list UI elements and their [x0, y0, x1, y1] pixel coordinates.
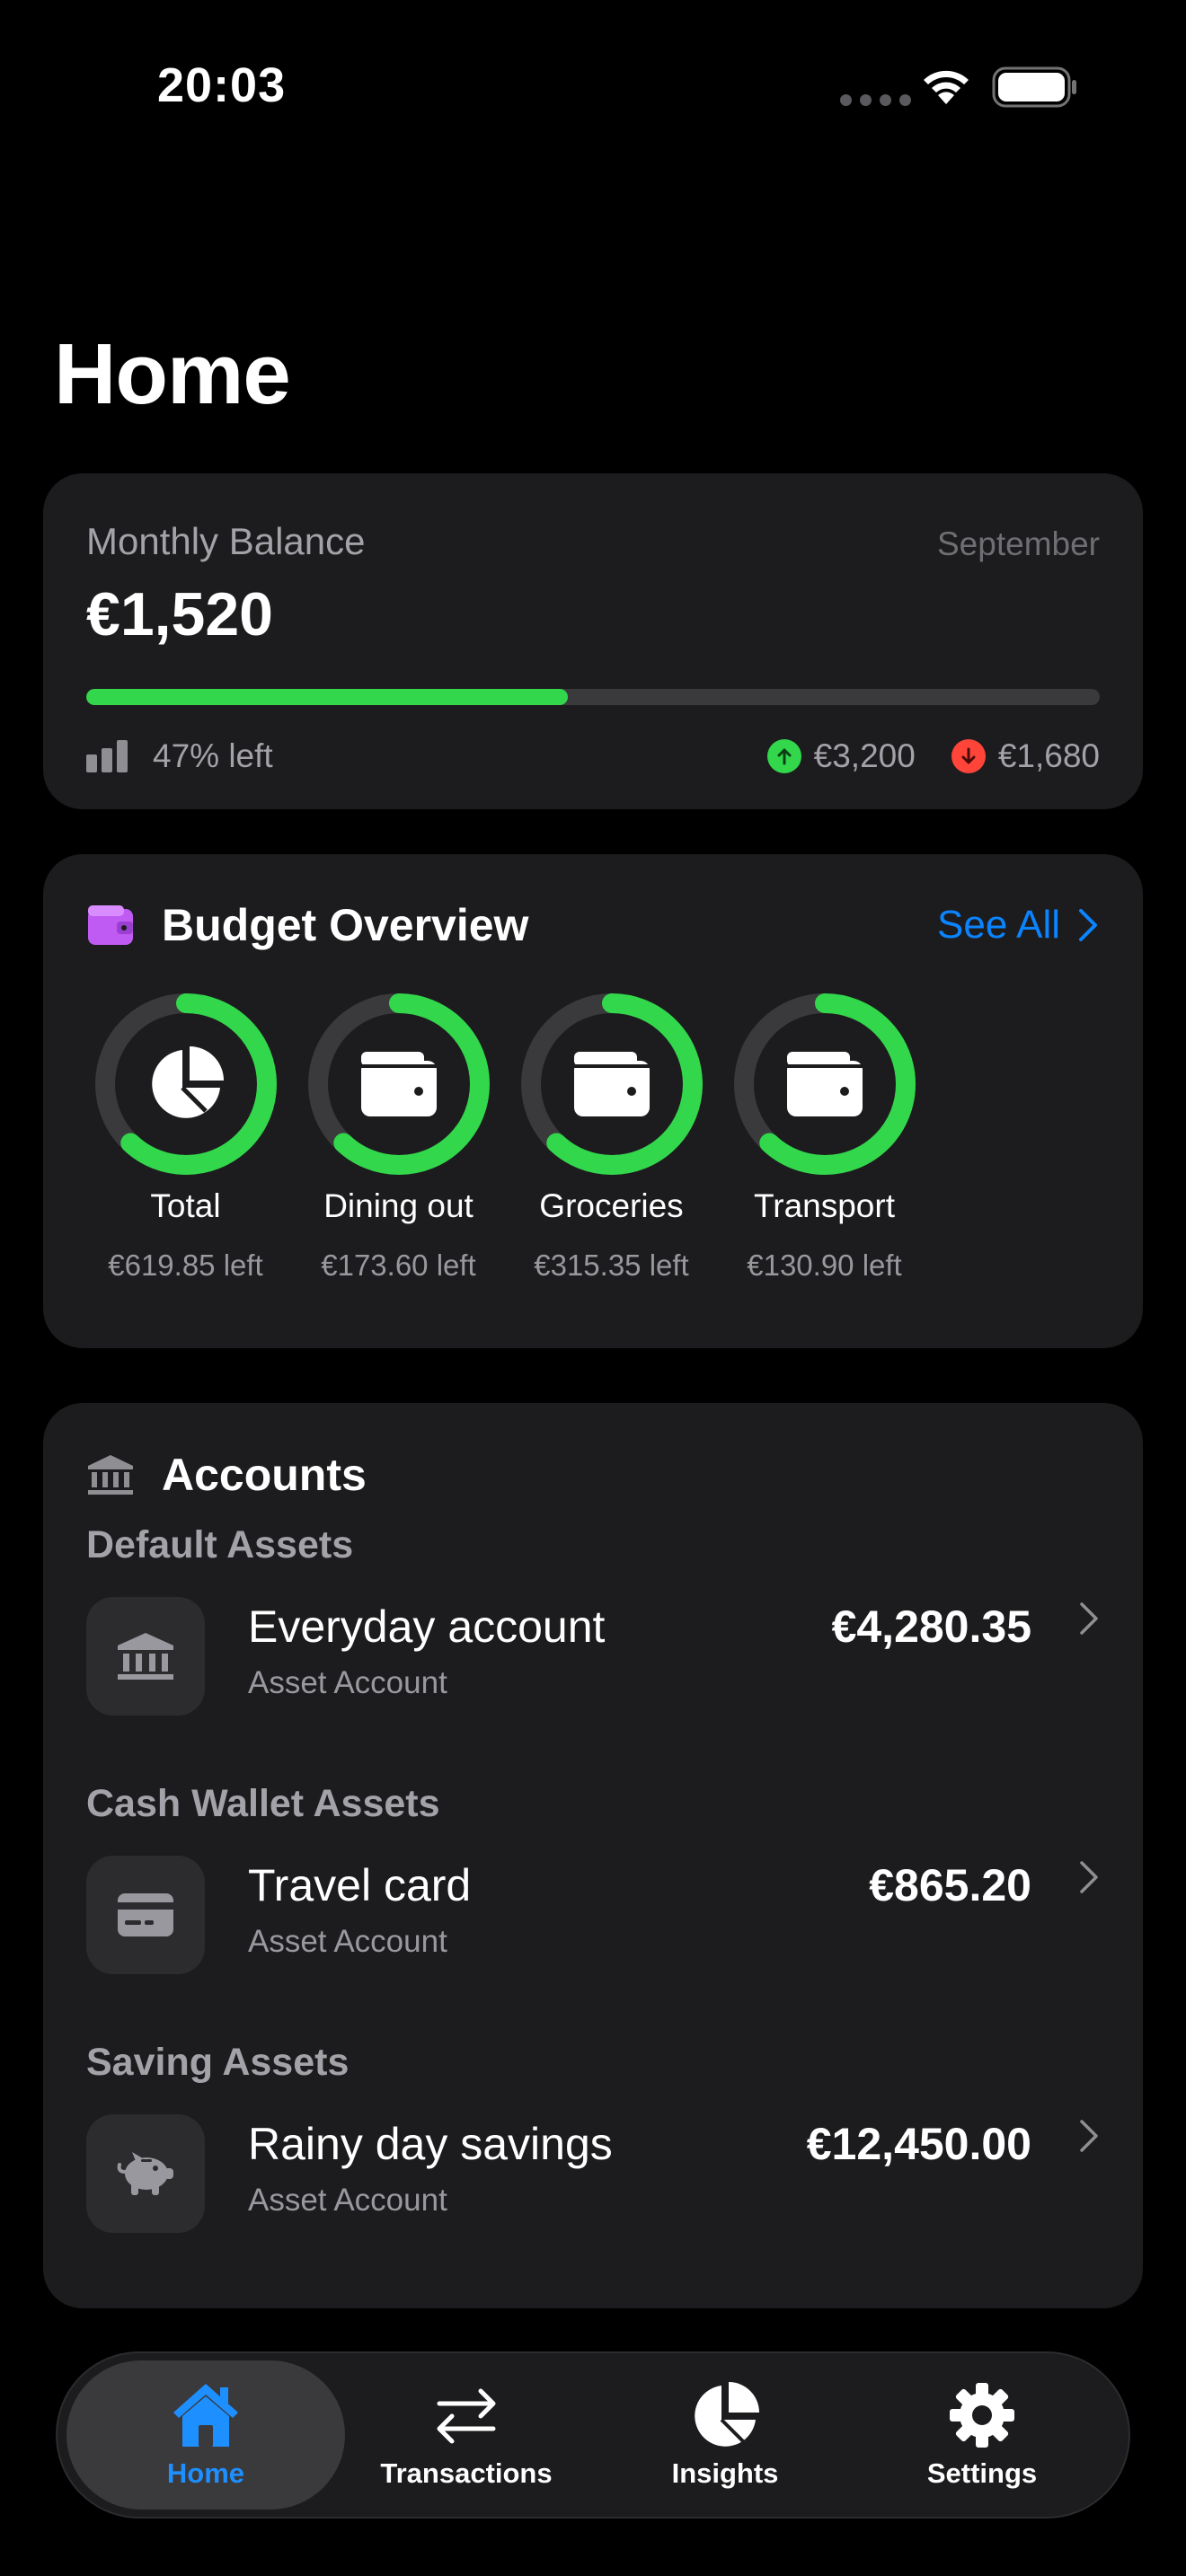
budget-item-name: Transport [754, 1187, 895, 1224]
income: €3,200 [766, 737, 916, 775]
balance-amount: €1,520 [86, 580, 273, 648]
balance-footer: 47% left €3,200 €1,680 [86, 734, 1100, 779]
budget-item-left: €130.90 left [747, 1248, 902, 1282]
budget-ring [519, 992, 704, 1177]
tab-home[interactable]: Home [66, 2360, 345, 2510]
pie-chart-icon [695, 2382, 759, 2447]
budget-item-left: €315.35 left [534, 1248, 689, 1282]
account-type: Asset Account [248, 1924, 447, 1959]
budget-item-name: Dining out [323, 1187, 474, 1224]
budget-ring [732, 992, 917, 1177]
budget-item-name: Total [150, 1187, 221, 1224]
expense: €1,680 [951, 737, 1100, 775]
pie-chart-icon [151, 1046, 224, 1118]
chevron-right-icon [1080, 1861, 1098, 1893]
bank-icon [118, 1633, 173, 1680]
budget-header: Budget Overview See All [86, 898, 1100, 952]
account-name: Rainy day savings [248, 2119, 613, 2169]
account-amount: €12,450.00 [806, 2119, 1031, 2169]
wallet-icon [786, 1052, 863, 1116]
account-type: Asset Account [248, 2183, 447, 2218]
account-amount: €4,280.35 [831, 1601, 1031, 1652]
arrows-icon [437, 2388, 496, 2444]
chevron-right-icon [1079, 909, 1097, 941]
account-group-title: Cash Wallet Assets [86, 1782, 440, 1825]
chevron-right-icon [1080, 2120, 1098, 2152]
budget-rings: Total €619.85 left Dining out €173.60 le… [79, 992, 931, 1283]
account-type: Asset Account [248, 1665, 447, 1700]
accounts-title: Accounts [162, 1450, 367, 1500]
budget-item-name: Groceries [539, 1187, 684, 1224]
wifi-icon [924, 70, 969, 104]
budget-item-left: €173.60 left [321, 1248, 476, 1282]
budget-item-dining-out[interactable]: Dining out €173.60 left [292, 992, 505, 1283]
wallet-icon [573, 1052, 650, 1116]
cellular-signal-icon [840, 94, 911, 106]
status-bar: 20:03 [0, 0, 1186, 171]
budget-item-groceries[interactable]: Groceries €315.35 left [505, 992, 718, 1283]
account-row-travel-card[interactable]: Travel card Asset Account €865.20 [86, 1856, 1100, 1974]
account-icon [86, 1856, 205, 1974]
budget-item-transport[interactable]: Transport €130.90 left [718, 992, 931, 1283]
tab-settings[interactable]: Settings [843, 2360, 1121, 2510]
card-icon [118, 1893, 173, 1936]
arrow-down-icon [951, 739, 986, 773]
tab-transactions[interactable]: Transactions [327, 2360, 606, 2510]
tab-label: Insights [671, 2457, 779, 2489]
account-amount: €865.20 [869, 1860, 1031, 1910]
budget-ring [306, 992, 491, 1177]
see-all-button[interactable]: See All [937, 903, 1100, 948]
home-icon [173, 2384, 238, 2447]
tab-label: Home [166, 2457, 245, 2489]
see-all-label: See All [937, 903, 1060, 947]
budget-item-left: €619.85 left [108, 1248, 263, 1282]
account-name: Travel card [248, 1860, 472, 1910]
balance-progress-fill [86, 689, 568, 705]
gear-icon [950, 2383, 1014, 2448]
income-amount: €3,200 [813, 737, 916, 774]
wallet-icon [88, 905, 133, 945]
accounts-header: Accounts [86, 1448, 1100, 1502]
bank-icon [88, 1455, 133, 1495]
balance-month: September [937, 525, 1100, 562]
page-title: Home [54, 326, 291, 422]
chevron-right-icon [1080, 1602, 1098, 1635]
account-icon [86, 1597, 205, 1716]
monthly-balance-card[interactable]: Monthly Balance September €1,520 47% lef… [43, 473, 1143, 809]
balance-progress-bar [86, 689, 1100, 705]
piggy-bank-icon [117, 2152, 173, 2195]
tab-bar: Home Transactions Insights Settings [56, 2351, 1130, 2519]
balance-label: Monthly Balance [86, 520, 366, 562]
account-row-everyday[interactable]: Everyday account Asset Account €4,280.35 [86, 1597, 1100, 1716]
wallet-icon [360, 1052, 437, 1116]
tab-label: Transactions [380, 2457, 553, 2489]
percent-left: 47% left [153, 737, 273, 774]
bar-chart-icon [86, 740, 128, 772]
account-icon [86, 2114, 205, 2233]
budget-ring [93, 992, 279, 1177]
budget-item-total[interactable]: Total €619.85 left [79, 992, 292, 1283]
status-time: 20:03 [157, 58, 287, 112]
tab-label: Settings [926, 2457, 1038, 2489]
arrow-up-icon [766, 739, 801, 773]
tab-insights[interactable]: Insights [586, 2360, 864, 2510]
budget-overview-card: Budget Overview See All Total €619.85 le… [43, 854, 1143, 1348]
account-name: Everyday account [248, 1601, 606, 1652]
account-group-title: Saving Assets [86, 2041, 350, 2084]
accounts-card: Accounts Default Assets Everyday account… [43, 1403, 1143, 2308]
budget-title: Budget Overview [162, 900, 529, 950]
account-row-rainy-day-savings[interactable]: Rainy day savings Asset Account €12,450.… [86, 2114, 1100, 2233]
account-group-title: Default Assets [86, 1523, 354, 1566]
battery-icon [992, 66, 1076, 108]
expense-amount: €1,680 [997, 737, 1100, 774]
